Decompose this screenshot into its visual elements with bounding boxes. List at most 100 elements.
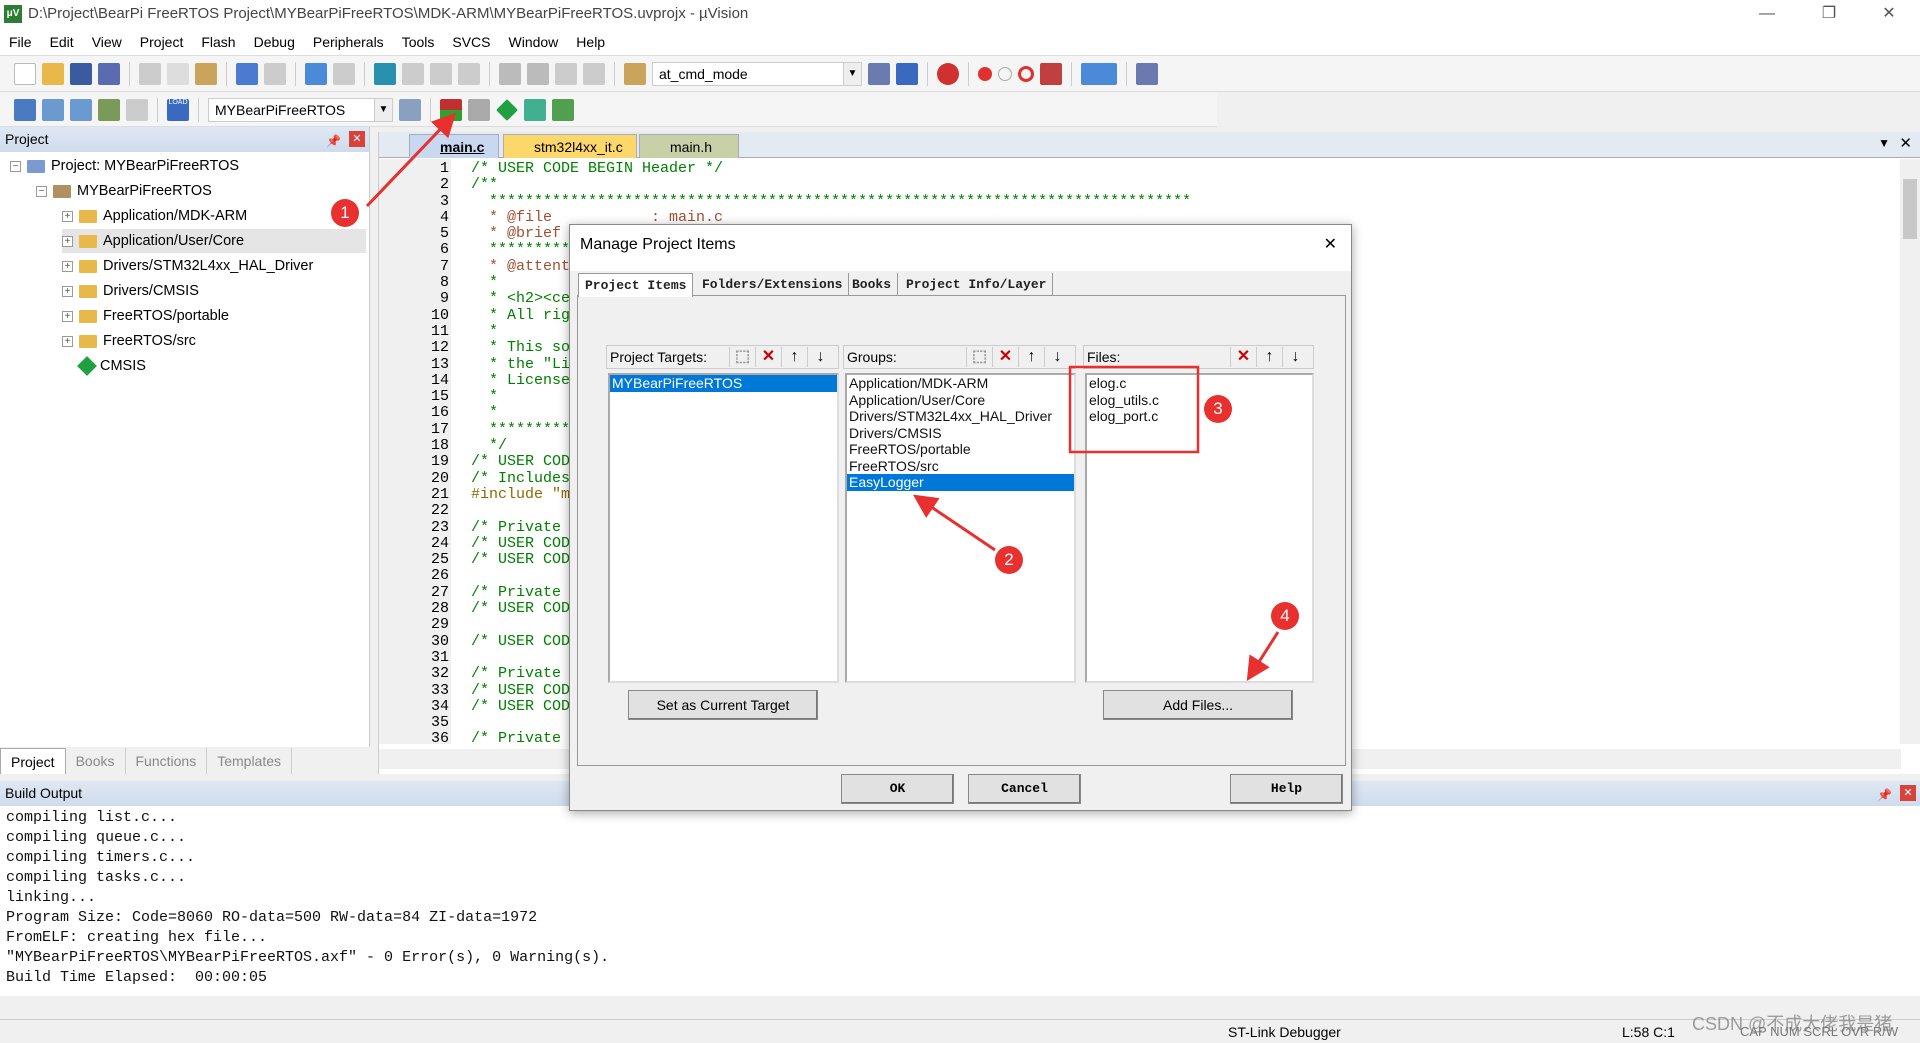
tree-group[interactable]: + Drivers/CMSIS — [62, 279, 199, 303]
chevron-down-icon[interactable]: ▼ — [374, 98, 392, 121]
tree-target[interactable]: − MYBearPiFreeRTOS — [36, 179, 212, 203]
groups-list[interactable]: Application/MDK-ARM Application/User/Core… — [845, 373, 1076, 683]
prev-bookmark-icon[interactable] — [402, 62, 424, 85]
move-up-icon[interactable]: ↑ — [1256, 347, 1282, 367]
pin-icon[interactable]: 📌 — [1877, 783, 1892, 808]
tree-group[interactable]: + Drivers/STM32L4xx_HAL_Driver — [62, 254, 313, 278]
expand-icon[interactable]: + — [62, 310, 73, 322]
delete-icon[interactable]: ✕ — [1230, 347, 1256, 367]
move-down-icon[interactable]: ↓ — [1044, 347, 1070, 367]
disable-breakpoint-icon[interactable] — [998, 66, 1012, 81]
comment-icon[interactable] — [555, 62, 577, 85]
tree-cmsis[interactable]: CMSIS — [77, 354, 146, 378]
find-icon[interactable] — [868, 62, 890, 85]
collapse-icon[interactable]: − — [10, 160, 21, 172]
menu-debug[interactable]: Debug — [245, 29, 304, 56]
bookmark-icon[interactable] — [374, 62, 396, 85]
paste-icon[interactable] — [195, 62, 217, 85]
expand-icon[interactable]: + — [62, 335, 73, 347]
stop-build-icon[interactable] — [126, 98, 148, 121]
unindent-icon[interactable] — [527, 62, 549, 85]
rebuild-icon[interactable] — [70, 98, 92, 121]
list-item[interactable]: Application/MDK-ARM — [847, 375, 1074, 392]
list-item[interactable]: MYBearPiFreeRTOS — [610, 375, 837, 392]
menu-window[interactable]: Window — [500, 29, 568, 56]
delete-icon[interactable]: ✕ — [755, 347, 781, 367]
copy-icon[interactable] — [167, 62, 189, 85]
menu-peripherals[interactable]: Peripherals — [304, 29, 393, 56]
open-file-icon[interactable] — [42, 62, 64, 85]
expand-icon[interactable]: + — [62, 210, 73, 222]
tab-project-info-layer[interactable]: Project Info/Layer — [900, 273, 1054, 297]
clear-bookmarks-icon[interactable] — [458, 62, 480, 85]
tab-main-c[interactable]: main.c — [409, 134, 499, 158]
restore-button[interactable]: ❐ — [1806, 2, 1852, 26]
window-layout-icon[interactable] — [1081, 62, 1117, 85]
move-down-icon[interactable]: ↓ — [1282, 347, 1308, 367]
list-item[interactable]: FreeRTOS/src — [847, 458, 1074, 475]
add-files-button[interactable]: Add Files... — [1103, 690, 1293, 720]
menu-svcs[interactable]: SVCS — [443, 29, 499, 56]
cut-icon[interactable] — [139, 62, 161, 85]
dialog-close-button[interactable]: ✕ — [1324, 225, 1337, 265]
menu-flash[interactable]: Flash — [192, 29, 244, 56]
manage-rte-icon[interactable] — [496, 98, 518, 121]
move-down-icon[interactable]: ↓ — [807, 347, 833, 367]
save-icon[interactable] — [70, 62, 92, 85]
tab-books[interactable]: Books — [66, 748, 126, 774]
list-item[interactable]: FreeRTOS/portable — [847, 441, 1074, 458]
minimize-button[interactable]: — — [1744, 2, 1790, 26]
close-icon[interactable]: ✕ — [1900, 785, 1916, 801]
undo-icon[interactable] — [236, 62, 258, 85]
close-window-button[interactable]: ✕ — [1866, 2, 1912, 26]
incremental-find-icon[interactable] — [896, 62, 918, 85]
files-list[interactable]: elog.c elog_utils.c elog_port.c — [1085, 373, 1314, 683]
tree-project-root[interactable]: − Project: MYBearPiFreeRTOS — [10, 154, 239, 178]
tree-group[interactable]: + Application/MDK-ARM — [62, 204, 247, 228]
ok-button[interactable]: OK — [841, 774, 954, 804]
redo-icon[interactable] — [264, 62, 286, 85]
translate-icon[interactable] — [14, 98, 36, 121]
tab-list-chevron-icon[interactable]: ▼ — [1878, 136, 1890, 150]
list-item[interactable]: elog_utils.c — [1087, 392, 1312, 409]
tree-group[interactable]: + Application/User/Core — [62, 229, 366, 253]
new-group-icon[interactable]: ⬚ — [966, 347, 992, 367]
next-bookmark-icon[interactable] — [430, 62, 452, 85]
delete-icon[interactable]: ✕ — [992, 347, 1018, 367]
indent-icon[interactable] — [499, 62, 521, 85]
tab-project-items[interactable]: Project Items — [578, 273, 694, 297]
tab-project[interactable]: Project — [0, 748, 66, 774]
help-button[interactable]: Help — [1230, 774, 1343, 804]
cancel-button[interactable]: Cancel — [968, 774, 1081, 804]
kill-breakpoints-icon[interactable] — [1018, 65, 1034, 82]
set-as-current-target-button[interactable]: Set as Current Target — [628, 690, 818, 720]
tab-stm32l4xx-it-c[interactable]: stm32l4xx_it.c — [503, 134, 637, 158]
select-packs-icon[interactable] — [468, 98, 490, 121]
tab-main-h[interactable]: main.h — [639, 134, 739, 158]
expand-icon[interactable]: + — [62, 260, 73, 272]
tab-folders-extensions[interactable]: Folders/Extensions — [696, 273, 850, 297]
list-item[interactable]: Drivers/CMSIS — [847, 425, 1074, 442]
tree-group[interactable]: + FreeRTOS/portable — [62, 304, 229, 328]
options-for-target-icon[interactable] — [399, 98, 421, 121]
list-item[interactable]: EasyLogger — [847, 474, 1074, 491]
navigate-back-icon[interactable] — [305, 62, 327, 85]
save-all-icon[interactable] — [98, 62, 120, 85]
uncomment-icon[interactable] — [583, 62, 605, 85]
list-item[interactable]: elog.c — [1087, 375, 1312, 392]
list-item[interactable]: elog_port.c — [1087, 408, 1312, 425]
collapse-icon[interactable]: − — [36, 185, 47, 197]
kill-all-breakpoints-icon[interactable] — [1040, 62, 1062, 85]
debug-session-icon[interactable] — [937, 62, 959, 85]
close-icon[interactable]: ✕ — [349, 131, 365, 147]
navigate-forward-icon[interactable] — [333, 62, 355, 85]
manage-project-items-icon[interactable] — [440, 98, 462, 121]
menu-file[interactable]: File — [0, 29, 41, 56]
move-up-icon[interactable]: ↑ — [781, 347, 807, 367]
new-file-icon[interactable] — [14, 62, 36, 85]
list-item[interactable]: Drivers/STM32L4xx_HAL_Driver — [847, 408, 1074, 425]
pack-installer-icon[interactable] — [524, 98, 546, 121]
menu-project[interactable]: Project — [131, 29, 193, 56]
find-combo[interactable]: at_cmd_mode ▼ — [652, 61, 862, 86]
close-tab-icon[interactable]: ✕ — [1899, 134, 1912, 152]
